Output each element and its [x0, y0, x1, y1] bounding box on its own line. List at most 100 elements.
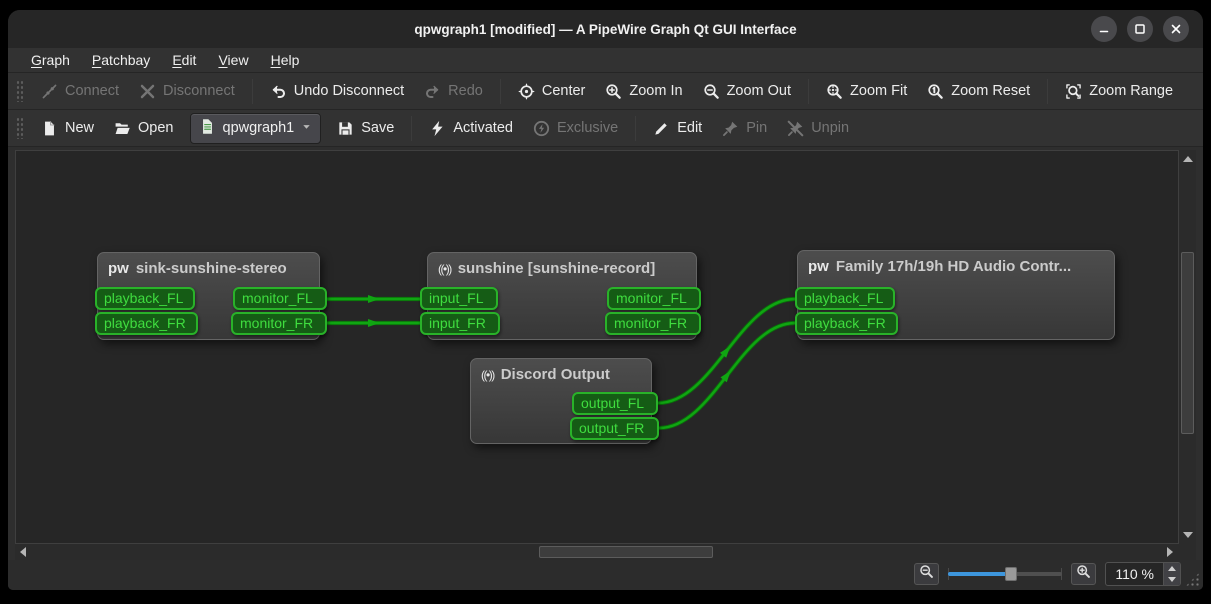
zoom-in-button[interactable]: Zoom In: [595, 78, 692, 105]
window-controls: [1091, 16, 1189, 42]
horizontal-scrollbar[interactable]: [15, 544, 1179, 560]
vertical-scroll-thumb[interactable]: [1181, 252, 1194, 434]
menu-edit[interactable]: Edit: [161, 50, 207, 70]
zoom-in-button[interactable]: [1071, 563, 1097, 585]
button-label: Exclusive: [556, 120, 619, 136]
save-button[interactable]: Save: [327, 115, 404, 142]
titlebar[interactable]: qpwgraph1 [modified] — A PipeWire Graph …: [8, 10, 1203, 48]
button-label: Edit: [677, 120, 703, 136]
port-sink-sunshine-stereo-playback-fr[interactable]: playback_FR: [95, 312, 198, 335]
zoom-in-icon: [1076, 564, 1091, 584]
window-title: qpwgraph1 [modified] — A PipeWire Graph …: [414, 21, 797, 37]
port-sunshine-monitor-fl[interactable]: monitor_FL: [607, 287, 701, 310]
port-family-hd-audio-playback-fr[interactable]: playback_FR: [795, 312, 898, 335]
activated-button[interactable]: Activated: [419, 115, 523, 142]
connection-arrow-icon: [719, 346, 731, 358]
connections-layer[interactable]: [16, 151, 1178, 543]
zoom-slider-handle[interactable]: [1005, 567, 1018, 581]
menu-view[interactable]: View: [207, 50, 259, 70]
exclusive-button[interactable]: Exclusive: [523, 115, 628, 142]
pin-button[interactable]: Pin: [712, 115, 777, 142]
horizontal-scroll-thumb[interactable]: [538, 546, 714, 558]
node-title: sunshine [sunshine-record]: [457, 260, 656, 277]
scroll-down-icon[interactable]: [1183, 532, 1193, 538]
vertical-scrollbar[interactable]: [1179, 150, 1196, 544]
button-label: Center: [541, 83, 586, 99]
close-button[interactable]: [1163, 16, 1189, 42]
pipewire-icon: pw: [108, 260, 129, 277]
toolbar-handle[interactable]: [16, 80, 23, 102]
graph-canvas[interactable]: pw sink-sunshine-stereo ((•)) sunshine [sun…: [15, 150, 1179, 544]
resize-grip[interactable]: [1185, 572, 1200, 587]
button-label: Zoom Range: [1089, 83, 1174, 99]
node-title: Family 17h/19h HD Audio Contr...: [835, 258, 1072, 275]
undo-disconnect-button[interactable]: Undo Disconnect: [260, 78, 414, 105]
disconnect-icon: [139, 83, 156, 100]
zoom-spinbox[interactable]: 110 %: [1105, 562, 1181, 586]
button-label: Zoom Fit: [850, 83, 908, 99]
connection-arrow-icon: [720, 370, 731, 383]
button-label: Pin: [746, 120, 768, 136]
scroll-right-icon[interactable]: [1167, 547, 1173, 557]
disconnect-button[interactable]: Disconnect: [129, 78, 245, 105]
edit-icon: [653, 120, 670, 137]
toolbar-separator: [411, 115, 413, 141]
button-label: Activated: [453, 120, 513, 136]
port-sunshine-input-fl[interactable]: input_FL: [420, 287, 498, 310]
scroll-left-icon[interactable]: [20, 547, 26, 557]
zoom-value[interactable]: 110 %: [1106, 563, 1163, 585]
zoom-slider[interactable]: [948, 565, 1063, 583]
dropdown-arrow-icon: [301, 120, 312, 136]
center-button[interactable]: Center: [508, 78, 596, 105]
open-button[interactable]: Open: [104, 115, 183, 142]
qpwgraph1-dropdown[interactable]: qpwgraph1: [189, 112, 322, 144]
unpin-button[interactable]: Unpin: [777, 115, 859, 142]
zoom-reset-button[interactable]: Zoom Reset: [917, 78, 1040, 105]
button-label: Redo: [448, 83, 483, 99]
menu-patchbay[interactable]: Patchbay: [81, 50, 161, 70]
connect-button[interactable]: Connect: [31, 78, 129, 105]
new-button[interactable]: New: [31, 115, 104, 142]
menu-help[interactable]: Help: [260, 50, 311, 70]
toolbar-handle[interactable]: [16, 117, 23, 139]
node-header: ((•)) Discord Output: [471, 359, 651, 383]
pipewire-icon: pw: [808, 258, 829, 275]
port-discord-output-output-fl[interactable]: output_FL: [572, 392, 658, 415]
zoom-reset-icon: [927, 83, 944, 100]
port-family-hd-audio-playback-fl[interactable]: playback_FL: [795, 287, 895, 310]
spin-down-button[interactable]: [1164, 574, 1180, 585]
activated-icon: [429, 120, 446, 137]
button-label: qpwgraph1: [222, 120, 295, 136]
port-discord-output-output-fr[interactable]: output_FR: [570, 417, 659, 440]
port-sink-sunshine-stereo-playback-fl[interactable]: playback_FL: [95, 287, 195, 310]
zoom-range-icon: [1065, 83, 1082, 100]
menu-graph[interactable]: Graph: [20, 50, 81, 70]
node-title: sink-sunshine-stereo: [135, 260, 287, 277]
scroll-up-icon[interactable]: [1183, 156, 1193, 162]
port-sink-sunshine-stereo-monitor-fr[interactable]: monitor_FR: [231, 312, 327, 335]
toolbar-separator: [251, 78, 253, 104]
spin-up-button[interactable]: [1164, 563, 1180, 574]
zoom-out-button[interactable]: [914, 563, 940, 585]
button-label: Zoom In: [629, 83, 683, 99]
zoom-range-button[interactable]: Zoom Range: [1055, 78, 1183, 105]
button-label: Connect: [65, 83, 120, 99]
button-label: Save: [361, 120, 395, 136]
port-sink-sunshine-stereo-monitor-fl[interactable]: monitor_FL: [233, 287, 327, 310]
edit-button[interactable]: Edit: [643, 115, 712, 142]
port-sunshine-input-fr[interactable]: input_FR: [420, 312, 500, 335]
zoom-out-button[interactable]: Zoom Out: [693, 78, 801, 105]
port-sunshine-monitor-fr[interactable]: monitor_FR: [605, 312, 701, 335]
connection-arrow-icon: [368, 295, 380, 303]
open-icon: [114, 120, 131, 137]
button-label: Open: [138, 120, 174, 136]
minimize-button[interactable]: [1091, 16, 1117, 42]
save-icon: [337, 120, 354, 137]
button-label: Disconnect: [163, 83, 235, 99]
unpin-icon: [787, 120, 804, 137]
zoom-fit-button[interactable]: Zoom Fit: [816, 78, 917, 105]
app-window: qpwgraph1 [modified] — A PipeWire Graph …: [8, 10, 1203, 590]
connection-arrow-icon: [368, 319, 380, 327]
maximize-button[interactable]: [1127, 16, 1153, 42]
redo-button[interactable]: Redo: [414, 78, 493, 105]
